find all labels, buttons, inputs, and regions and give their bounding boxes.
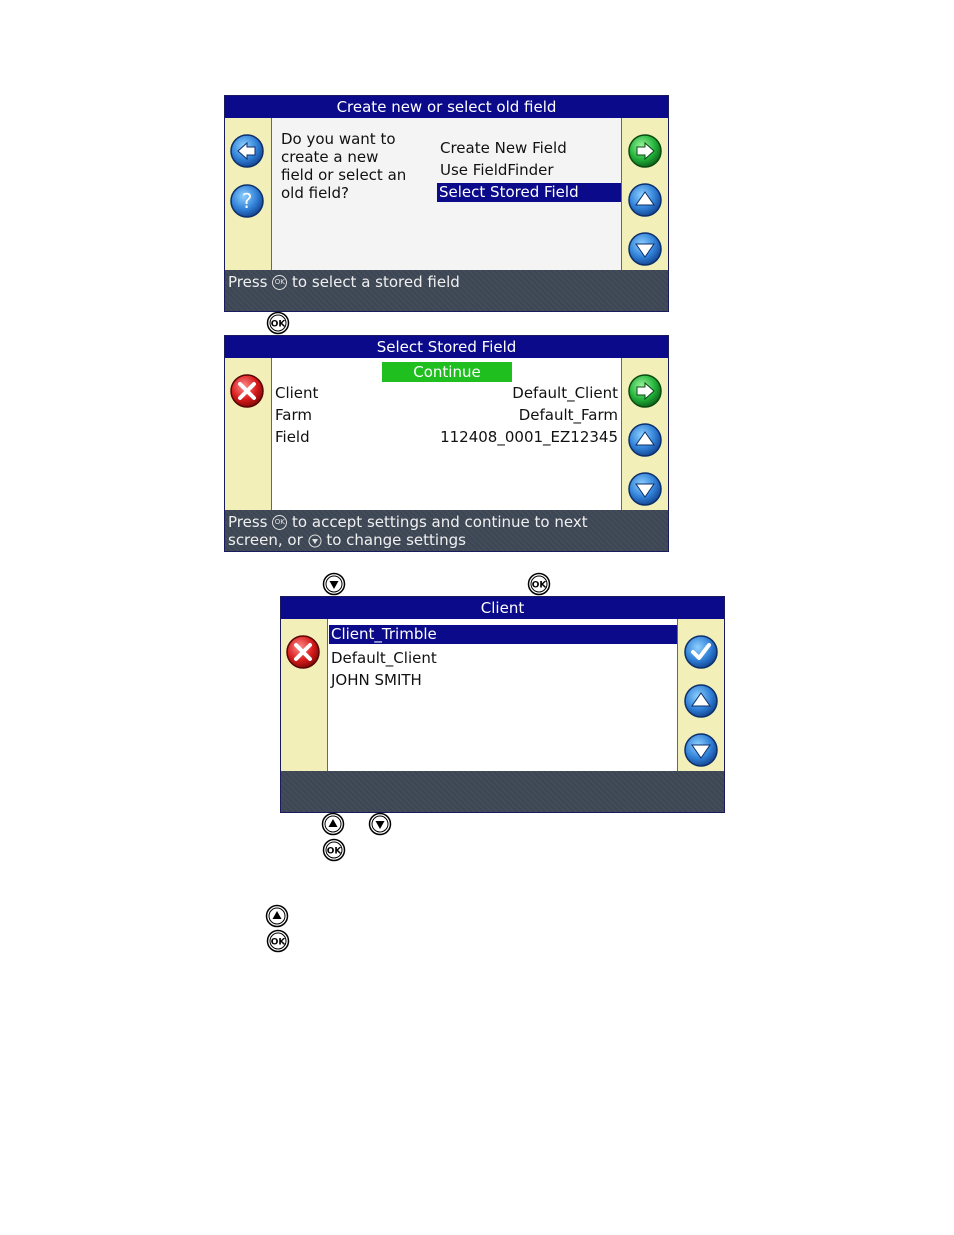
svg-text:OK: OK — [532, 581, 548, 591]
next-arrow-icon[interactable] — [627, 133, 663, 169]
ok-key-icon: OK — [527, 572, 551, 596]
question-line-4: old field? — [281, 184, 349, 202]
option-create-new-field[interactable]: Create New Field — [438, 139, 622, 157]
status-line2-prefix: screen, or — [228, 531, 303, 549]
status-line1-prefix: Press — [228, 513, 268, 531]
status-bar: Press OK to select a stored field — [225, 270, 668, 311]
question-line-3: field or select an — [281, 166, 407, 184]
status-bar — [281, 771, 724, 812]
question-line-2: create a new — [281, 148, 379, 166]
screen-create-or-select-field: Create new or select old field ? Do you … — [224, 95, 669, 312]
down-key-icon — [322, 572, 346, 596]
row-value-farm[interactable]: Default_Farm — [519, 406, 618, 424]
down-key-icon — [308, 534, 322, 547]
option-select-stored-field[interactable]: Select Stored Field — [437, 183, 621, 202]
list-item-client-trimble[interactable]: Client_Trimble — [329, 625, 677, 644]
status-suffix: to select a stored field — [292, 273, 460, 291]
screen-select-stored-field: Select Stored Field Continue Client Defa… — [224, 335, 669, 552]
svg-text:OK: OK — [327, 847, 343, 857]
checkmark-icon[interactable] — [683, 634, 719, 670]
status-prefix: Press — [228, 273, 268, 291]
screen-client: Client Client_Trimble Default_Client JOH… — [280, 596, 725, 813]
ok-key-icon: OK — [272, 515, 288, 530]
continue-button[interactable]: Continue — [382, 362, 512, 382]
svg-text:OK: OK — [271, 938, 287, 948]
list-item-john-smith[interactable]: JOHN SMITH — [331, 671, 422, 689]
row-value-client[interactable]: Default_Client — [512, 384, 618, 402]
down-arrow-icon[interactable] — [627, 471, 663, 507]
up-key-icon — [265, 904, 289, 928]
up-key-icon — [321, 812, 345, 836]
question-line-1: Do you want to — [281, 130, 396, 148]
svg-text:OK: OK — [271, 320, 287, 330]
row-label-client: Client — [275, 384, 319, 402]
screen-title: Client — [281, 597, 724, 619]
next-arrow-icon[interactable] — [627, 373, 663, 409]
status-line2-suffix: to change settings — [326, 531, 466, 549]
status-line1-suffix: to accept settings and continue to next — [292, 513, 588, 531]
up-arrow-icon[interactable] — [627, 182, 663, 218]
down-key-icon — [368, 812, 392, 836]
back-arrow-icon[interactable] — [229, 133, 265, 169]
option-use-fieldfinder[interactable]: Use FieldFinder — [438, 161, 622, 179]
ok-key-icon: OK — [272, 275, 288, 290]
up-arrow-icon[interactable] — [683, 683, 719, 719]
cancel-x-icon[interactable] — [285, 634, 321, 670]
down-arrow-icon[interactable] — [627, 231, 663, 267]
ok-key-icon: OK — [266, 311, 290, 335]
ok-key-icon: OK — [322, 838, 346, 862]
down-arrow-icon[interactable] — [683, 732, 719, 768]
up-arrow-icon[interactable] — [627, 422, 663, 458]
cancel-x-icon[interactable] — [229, 373, 265, 409]
screen-title: Create new or select old field — [225, 96, 668, 118]
status-bar: Press OK to accept settings and continue… — [225, 510, 668, 551]
row-value-field[interactable]: 112408_0001_EZ12345 — [440, 428, 618, 446]
row-label-farm: Farm — [275, 406, 312, 424]
ok-key-icon: OK — [266, 929, 290, 953]
svg-text:?: ? — [242, 189, 253, 213]
row-label-field: Field — [275, 428, 310, 446]
screen-title: Select Stored Field — [225, 336, 668, 358]
help-icon[interactable]: ? — [229, 183, 265, 219]
list-item-default-client[interactable]: Default_Client — [331, 649, 437, 667]
